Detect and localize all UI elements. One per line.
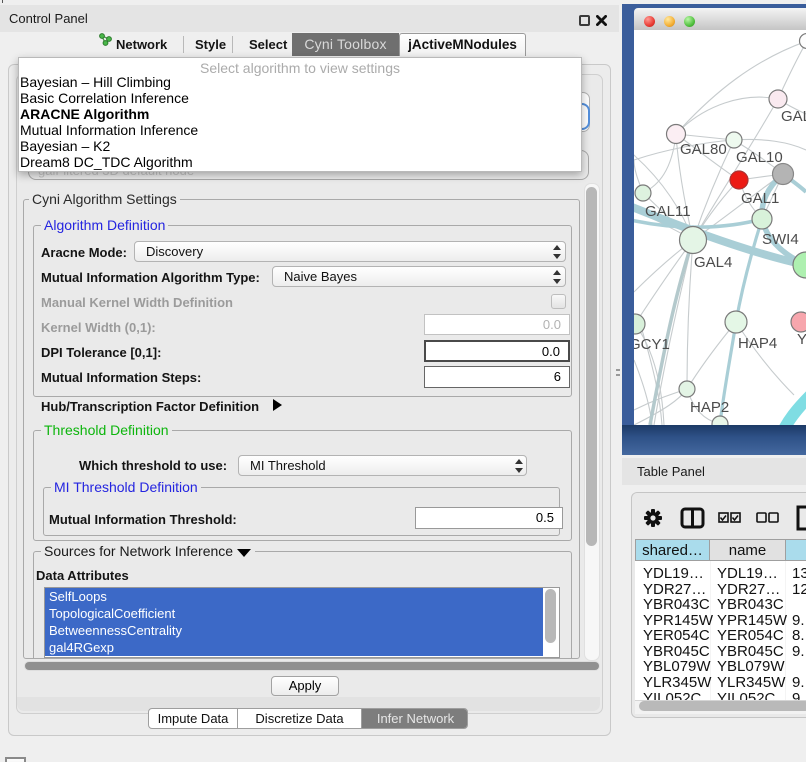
svg-text:GAL10: GAL10 (736, 149, 783, 166)
svg-text:GAL4: GAL4 (694, 254, 732, 271)
svg-text:GAL7: GAL7 (781, 108, 806, 125)
svg-text:Y: Y (797, 331, 806, 348)
svg-text:HAP4: HAP4 (738, 335, 777, 352)
svg-text:SWI4: SWI4 (762, 231, 799, 248)
svg-text:HAP2: HAP2 (690, 399, 729, 416)
svg-text:GAL1: GAL1 (741, 190, 779, 207)
svg-text:GCY1: GCY1 (634, 336, 670, 353)
svg-text:GAL80: GAL80 (680, 141, 727, 158)
svg-text:GAL11: GAL11 (645, 203, 691, 220)
